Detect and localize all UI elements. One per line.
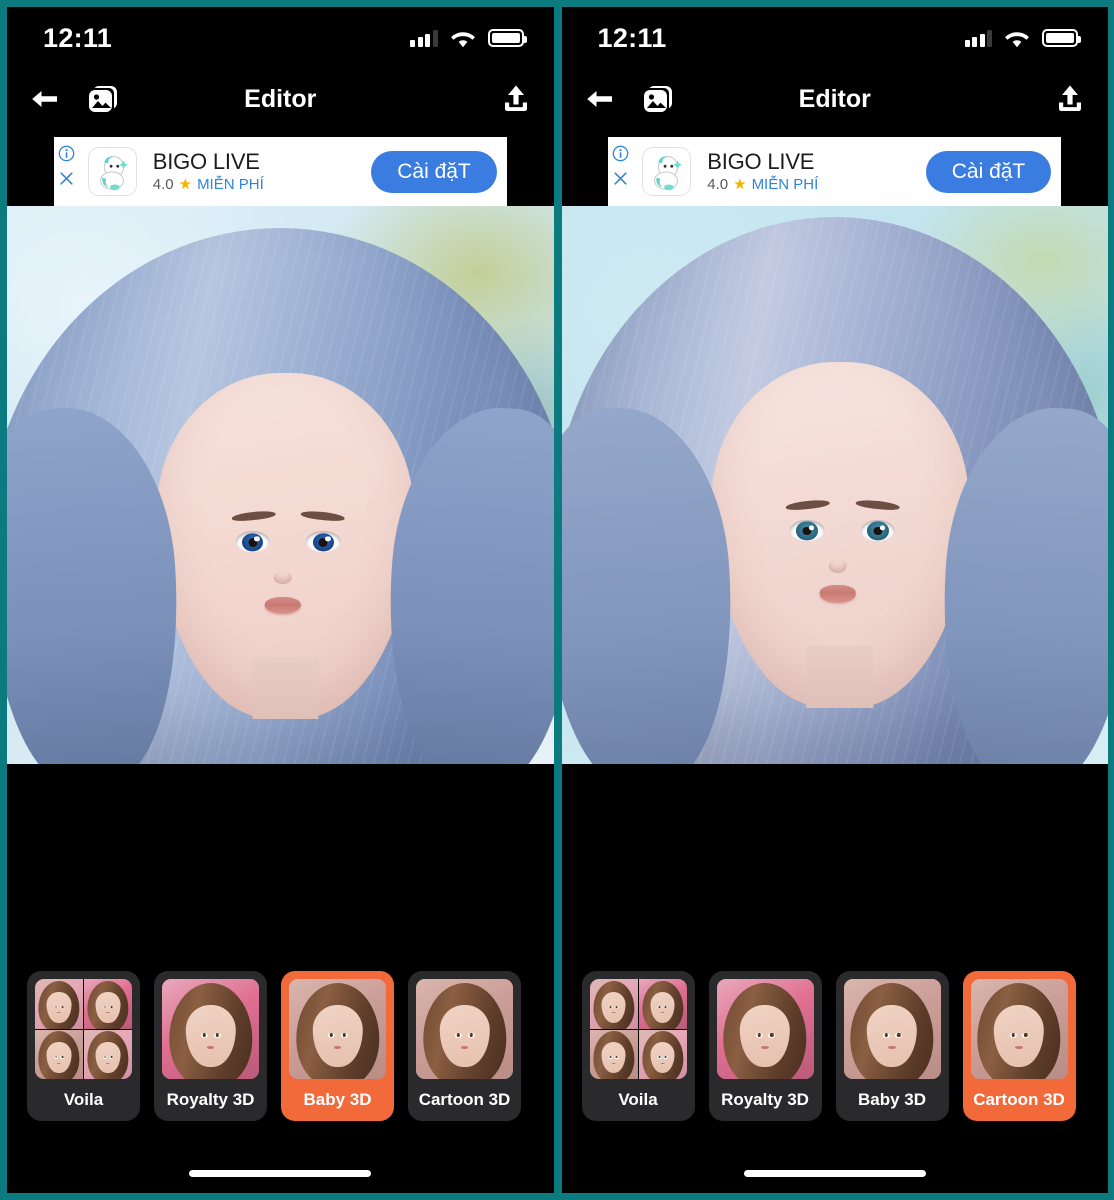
ad-rating: 4.0 (707, 175, 729, 193)
photo-preview[interactable] (561, 206, 1108, 764)
photo-preview[interactable] (7, 206, 554, 764)
close-icon[interactable] (58, 170, 75, 192)
nose (828, 559, 846, 573)
style-card-cartoon-3d[interactable]: Cartoon 3D (408, 971, 521, 1121)
ad-title: BIGO LIVE (707, 148, 815, 174)
star-icon: ★ (178, 176, 193, 194)
photo-stack-icon[interactable] (87, 84, 119, 114)
ad-text-block: BIGO LIVE 4.0 ★ MIỄN PHÍ (153, 150, 371, 193)
cartoon-3d-thumb (970, 979, 1068, 1079)
style-card-royalty-3d[interactable]: Royalty 3D (154, 971, 267, 1121)
style-card-label: Voila (63, 1090, 104, 1109)
share-upload-icon[interactable] (1056, 84, 1084, 114)
arrow-left-icon[interactable] (29, 87, 59, 111)
ad-price-label: MIỄN PHÍ (197, 175, 264, 193)
share-upload-icon[interactable] (502, 84, 530, 114)
ad-subtitle: 4.0 ★ MIỄN PHÍ (707, 175, 925, 194)
info-icon[interactable] (58, 145, 75, 167)
style-card-baby-3d[interactable]: Baby 3D (281, 971, 394, 1121)
ad-install-button[interactable]: Cài đặT (925, 150, 1052, 193)
star-icon: ★ (733, 176, 747, 194)
lips (819, 585, 856, 603)
style-card-cartoon-3d[interactable]: Cartoon 3D (962, 971, 1076, 1121)
battery-icon (1042, 29, 1081, 47)
ad-banner-container: BIGO LIVE 4.0 ★ MIỄN PHÍ Cài đặT (7, 129, 554, 206)
eye-right (305, 530, 341, 553)
eye-left (235, 530, 270, 553)
ad-controls (612, 145, 629, 192)
eye-left (789, 519, 825, 542)
ad-title: BIGO LIVE (152, 148, 260, 174)
bigo-live-app-icon (642, 147, 692, 196)
status-bar: 12:11 (562, 7, 1109, 69)
eyebrow-left (785, 498, 830, 511)
navigation-bar: Editor (562, 69, 1109, 129)
style-carousel[interactable]: Voila Royalty 3D Baby 3D Cartoon 3D (27, 971, 554, 1121)
bigo-live-app-icon (87, 147, 137, 196)
neck (806, 645, 874, 709)
cellular-signal-icon (410, 29, 438, 47)
ad-subtitle: 4.0 ★ MIỄN PHÍ (152, 175, 371, 194)
eyebrow-left (231, 509, 276, 522)
style-card-label: Cartoon 3D (418, 1090, 511, 1109)
photo-stack-icon[interactable] (642, 84, 674, 114)
style-card-label: Royalty 3D (166, 1090, 255, 1109)
phone-screen-left: 12:11 Editor BIGO LIVE 4.0 ★ MIỄN PHÍ Cà… (7, 7, 554, 1193)
close-icon[interactable] (612, 170, 629, 192)
eye-right (860, 519, 896, 542)
arrow-left-icon[interactable] (584, 87, 614, 111)
style-card-label: Royalty 3D (721, 1090, 809, 1109)
style-card-label: Baby 3D (303, 1090, 372, 1109)
voila-quad-thumb (589, 979, 687, 1079)
phone-screen-right: 12:11 Editor BIGO LIVE 4.0 ★ MIỄN PHÍ Cà… (561, 7, 1109, 1193)
royalty-3d-thumb (162, 979, 259, 1079)
style-card-royalty-3d[interactable]: Royalty 3D (708, 971, 822, 1121)
baby-3d-thumb (843, 979, 941, 1079)
battery-icon (487, 29, 527, 47)
home-indicator[interactable] (743, 1170, 926, 1177)
style-card-label: Voila (618, 1090, 658, 1109)
ad-controls (58, 145, 75, 192)
cellular-signal-icon (964, 29, 992, 47)
style-carousel[interactable]: Voila Royalty 3D Baby 3D Cartoon 3D (581, 971, 1109, 1121)
style-card-baby-3d[interactable]: Baby 3D (835, 971, 949, 1121)
style-card-voila[interactable]: Voila (581, 971, 695, 1121)
style-tray: Voila Royalty 3D Baby 3D Cartoon 3D (7, 764, 554, 1193)
status-bar-time: 12:11 (43, 22, 113, 53)
home-indicator[interactable] (189, 1170, 372, 1177)
style-card-voila[interactable]: Voila (27, 971, 140, 1121)
status-bar-indicators (410, 29, 527, 48)
cartoon-3d-thumb (416, 979, 513, 1079)
status-bar: 12:11 (7, 7, 554, 69)
ad-banner[interactable]: BIGO LIVE 4.0 ★ MIỄN PHÍ Cài đặT (53, 137, 507, 206)
eyebrow-right (855, 498, 900, 511)
screenshot-frame: 12:11 Editor BIGO LIVE 4.0 ★ MIỄN PHÍ Cà… (0, 0, 1114, 1200)
navigation-bar: Editor (7, 69, 554, 129)
baby-3d-thumb (289, 979, 386, 1079)
status-bar-time: 12:11 (597, 22, 667, 53)
eyebrow-right (300, 509, 345, 522)
ad-rating: 4.0 (152, 175, 174, 193)
nose (274, 571, 292, 585)
style-card-label: Baby 3D (857, 1090, 927, 1109)
royalty-3d-thumb (716, 979, 814, 1079)
ad-banner[interactable]: BIGO LIVE 4.0 ★ MIỄN PHÍ Cài đặT (608, 137, 1062, 206)
ad-text-block: BIGO LIVE 4.0 ★ MIỄN PHÍ (707, 150, 925, 193)
info-icon[interactable] (612, 145, 629, 167)
wifi-icon (450, 29, 476, 48)
ad-price-label: MIỄN PHÍ (751, 175, 819, 193)
neck (252, 657, 319, 720)
status-bar-indicators (964, 29, 1081, 48)
style-card-label: Cartoon 3D (973, 1090, 1065, 1109)
voila-quad-thumb (35, 979, 132, 1079)
ad-banner-container: BIGO LIVE 4.0 ★ MIỄN PHÍ Cài đặT (562, 129, 1109, 206)
style-tray: Voila Royalty 3D Baby 3D Cartoon 3D (561, 764, 1109, 1193)
ad-install-button[interactable]: Cài đặT (371, 150, 497, 193)
wifi-icon (1004, 29, 1030, 48)
lips (264, 596, 301, 614)
